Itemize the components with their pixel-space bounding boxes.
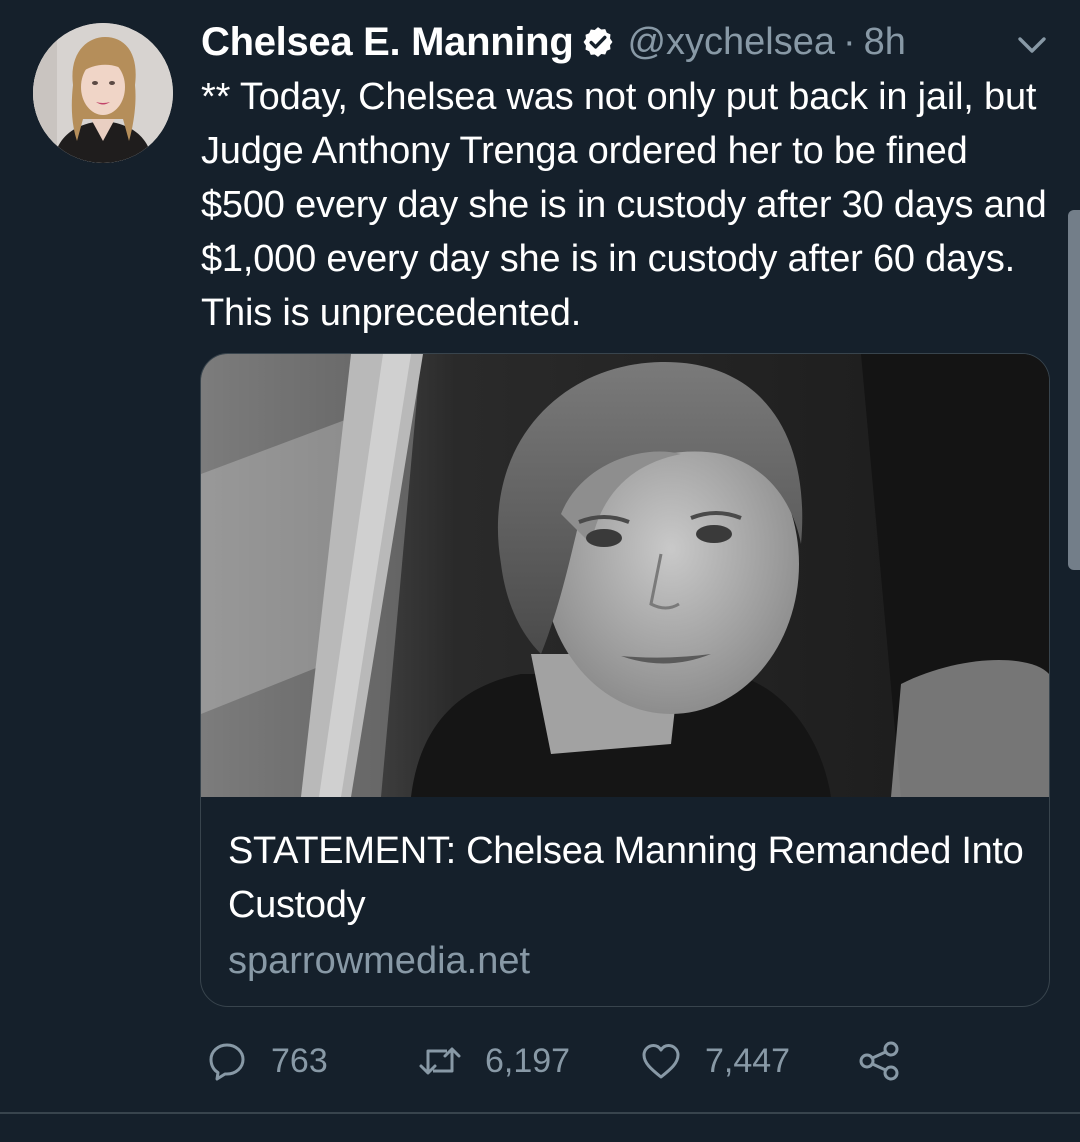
separator-dot: · [843, 20, 856, 63]
share-button[interactable] [857, 1035, 901, 1087]
display-name[interactable]: Chelsea E. Manning [201, 20, 574, 65]
reply-count: 763 [271, 1041, 328, 1080]
retweet-button[interactable]: 6,197 [417, 1035, 570, 1087]
share-nodes-icon [857, 1039, 901, 1083]
retweet-arrows-icon [417, 1039, 463, 1083]
card-title[interactable]: STATEMENT: Chelsea Manning Remanded Into… [228, 824, 1028, 932]
retweet-count: 6,197 [485, 1041, 571, 1080]
tweet[interactable]: Chelsea E. Manning @xychelsea · 8h ** To… [0, 0, 1080, 1112]
card-image[interactable] [201, 354, 1049, 797]
username-handle[interactable]: @xychelsea [627, 21, 835, 64]
verified-badge-icon [581, 25, 615, 59]
chevron-down-icon[interactable] [1014, 30, 1050, 60]
reply-button[interactable]: 763 [205, 1035, 328, 1087]
like-button[interactable]: 7,447 [639, 1035, 790, 1087]
link-card[interactable]: STATEMENT: Chelsea Manning Remanded Into… [200, 353, 1050, 1007]
reply-bubble-icon [205, 1039, 249, 1083]
tweet-text: ** Today, Chelsea was not only put back … [201, 76, 1047, 334]
tweet-actions: 763 6,197 7,447 [205, 1035, 965, 1087]
heart-icon [639, 1039, 683, 1083]
tweet-header: Chelsea E. Manning @xychelsea · 8h [201, 14, 906, 70]
card-domain: sparrowmedia.net [228, 940, 531, 982]
like-count: 7,447 [705, 1041, 791, 1080]
scrollbar[interactable] [1068, 210, 1080, 570]
timestamp[interactable]: 8h [864, 21, 906, 64]
avatar[interactable] [33, 23, 173, 163]
tweet-divider [0, 1112, 1080, 1114]
